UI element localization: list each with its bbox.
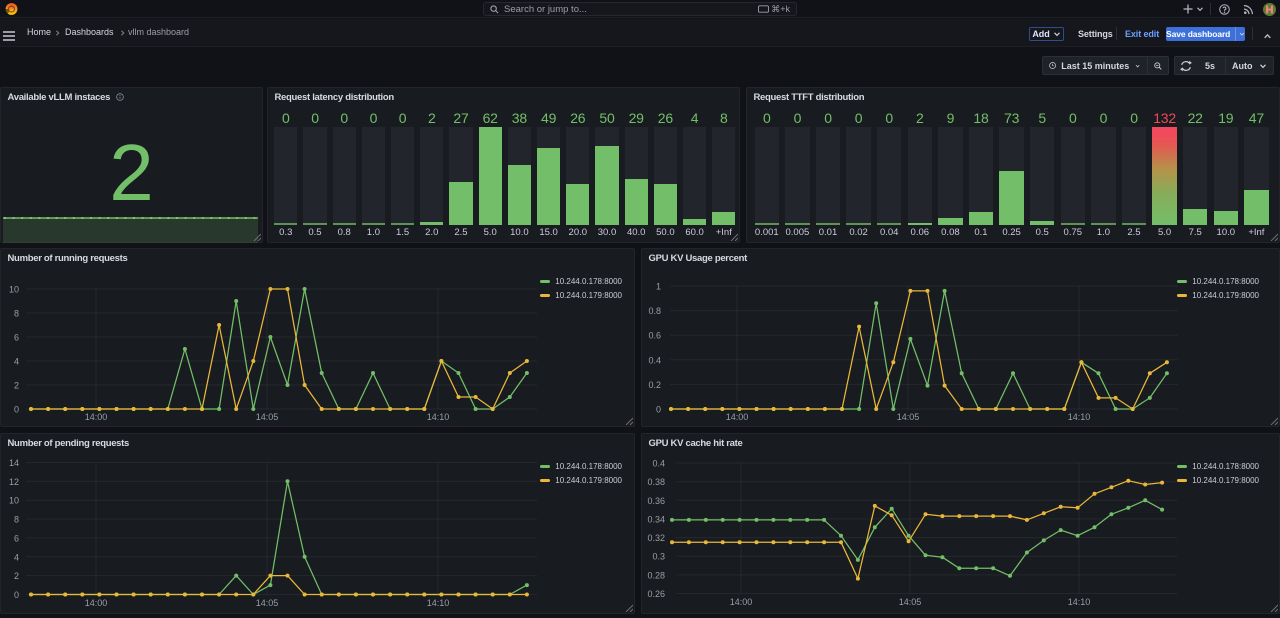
svg-text:14:00: 14:00 bbox=[85, 598, 108, 608]
svg-text:0: 0 bbox=[14, 590, 19, 600]
svg-text:12: 12 bbox=[9, 477, 19, 487]
svg-text:2: 2 bbox=[14, 381, 19, 391]
svg-text:0.4: 0.4 bbox=[652, 459, 665, 469]
svg-text:0: 0 bbox=[14, 405, 19, 415]
svg-text:0.38: 0.38 bbox=[647, 477, 665, 487]
svg-text:14:00: 14:00 bbox=[730, 597, 753, 607]
svg-text:0: 0 bbox=[656, 405, 661, 415]
svg-text:14:05: 14:05 bbox=[256, 598, 279, 608]
svg-text:14:10: 14:10 bbox=[427, 598, 450, 608]
svg-text:1: 1 bbox=[656, 282, 661, 292]
svg-text:10: 10 bbox=[9, 496, 19, 506]
svg-text:0.3: 0.3 bbox=[652, 552, 665, 562]
svg-text:6: 6 bbox=[14, 333, 19, 343]
svg-text:14:05: 14:05 bbox=[899, 597, 922, 607]
svg-text:14:00: 14:00 bbox=[726, 412, 749, 422]
svg-text:0.36: 0.36 bbox=[647, 496, 665, 506]
svg-text:0.8: 0.8 bbox=[648, 306, 661, 316]
svg-text:4: 4 bbox=[14, 357, 19, 367]
svg-text:14:10: 14:10 bbox=[1068, 597, 1091, 607]
svg-text:14:10: 14:10 bbox=[427, 412, 450, 422]
svg-text:0.34: 0.34 bbox=[647, 514, 665, 524]
svg-text:0.6: 0.6 bbox=[648, 331, 661, 341]
svg-text:10: 10 bbox=[9, 285, 19, 295]
svg-text:0.26: 0.26 bbox=[647, 589, 665, 599]
svg-text:0.32: 0.32 bbox=[647, 533, 665, 543]
svg-text:0.2: 0.2 bbox=[648, 380, 661, 390]
svg-text:14:05: 14:05 bbox=[897, 412, 920, 422]
svg-text:6: 6 bbox=[14, 533, 19, 543]
svg-text:14:00: 14:00 bbox=[85, 412, 108, 422]
svg-text:0.28: 0.28 bbox=[647, 570, 665, 580]
svg-text:8: 8 bbox=[14, 515, 19, 525]
svg-text:4: 4 bbox=[14, 552, 19, 562]
svg-text:14:05: 14:05 bbox=[256, 412, 279, 422]
svg-text:14:10: 14:10 bbox=[1068, 412, 1091, 422]
svg-text:14: 14 bbox=[9, 458, 19, 468]
svg-text:0.4: 0.4 bbox=[648, 355, 661, 365]
svg-text:8: 8 bbox=[14, 309, 19, 319]
svg-text:2: 2 bbox=[14, 571, 19, 581]
